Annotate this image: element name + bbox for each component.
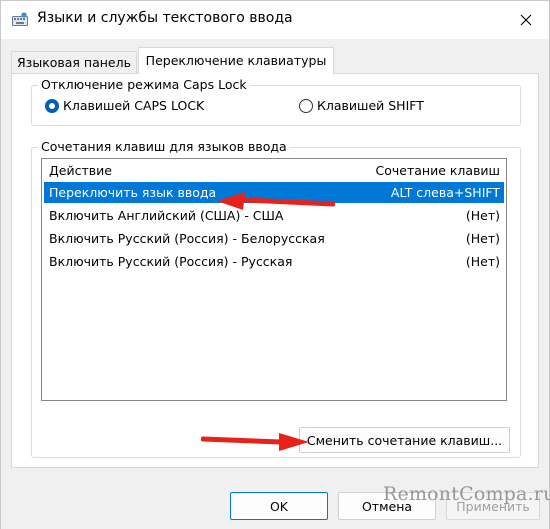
close-icon bbox=[520, 14, 532, 26]
dialog-client-area: Языковая панель Переключение клавиатуры … bbox=[1, 39, 549, 529]
window-title: Языки и службы текстового ввода bbox=[37, 10, 293, 26]
tab-keyboard-switching[interactable]: Переключение клавиатуры bbox=[138, 47, 334, 74]
radio-caps-lock-label[interactable]: Клавишей CAPS LOCK bbox=[63, 98, 204, 113]
dialog-window: Языки и службы текстового ввода Языковая… bbox=[0, 0, 550, 529]
row-combo: (Нет) bbox=[465, 208, 500, 223]
watermark: RemontCompa.ru bbox=[383, 483, 550, 505]
ok-button[interactable]: OK bbox=[230, 492, 328, 520]
column-header-action[interactable]: Действие bbox=[49, 163, 112, 178]
row-combo: ALT слева+SHIFT bbox=[390, 185, 500, 200]
row-combo: (Нет) bbox=[465, 254, 500, 269]
row-action: Переключить язык ввода bbox=[49, 185, 217, 200]
caps-lock-group: Отключение режима Caps Lock Клавишей CAP… bbox=[31, 77, 521, 126]
list-header: Действие Сочетание клавиш bbox=[42, 159, 506, 181]
annotation-arrow-icon bbox=[217, 192, 335, 210]
caps-lock-legend: Отключение режима Caps Lock bbox=[38, 77, 250, 92]
radio-shift-label[interactable]: Клавишей SHIFT bbox=[317, 98, 424, 113]
list-row-russian-russian[interactable]: Включить Русский (Россия) - Русская (Нет… bbox=[44, 251, 504, 272]
row-action: Включить Русский (Россия) - Русская bbox=[49, 254, 293, 269]
row-combo: (Нет) bbox=[465, 231, 500, 246]
radio-caps-lock[interactable]: Клавишей CAPS LOCK bbox=[45, 98, 204, 113]
hotkeys-legend: Сочетания клавиш для языков ввода bbox=[38, 139, 290, 154]
list-row-russian-belarusian[interactable]: Включить Русский (Россия) - Белорусская … bbox=[44, 228, 504, 249]
change-key-sequence-button[interactable]: Сменить сочетание клавиш... bbox=[299, 427, 510, 453]
radio-checked-icon[interactable] bbox=[45, 98, 59, 113]
annotation-arrow-icon bbox=[201, 433, 309, 451]
row-action: Включить Русский (Россия) - Белорусская bbox=[49, 231, 325, 246]
tab-panel: Отключение режима Caps Lock Клавишей CAP… bbox=[11, 73, 539, 468]
keyboard-globe-icon bbox=[12, 12, 28, 26]
title-bar[interactable]: Языки и службы текстового ввода bbox=[1, 1, 549, 39]
tab-language-bar[interactable]: Языковая панель bbox=[11, 51, 137, 73]
radio-unchecked-icon[interactable] bbox=[299, 98, 313, 113]
radio-shift[interactable]: Клавишей SHIFT bbox=[299, 98, 424, 113]
column-header-combo[interactable]: Сочетание клавиш bbox=[376, 163, 500, 178]
close-button[interactable] bbox=[503, 1, 549, 39]
